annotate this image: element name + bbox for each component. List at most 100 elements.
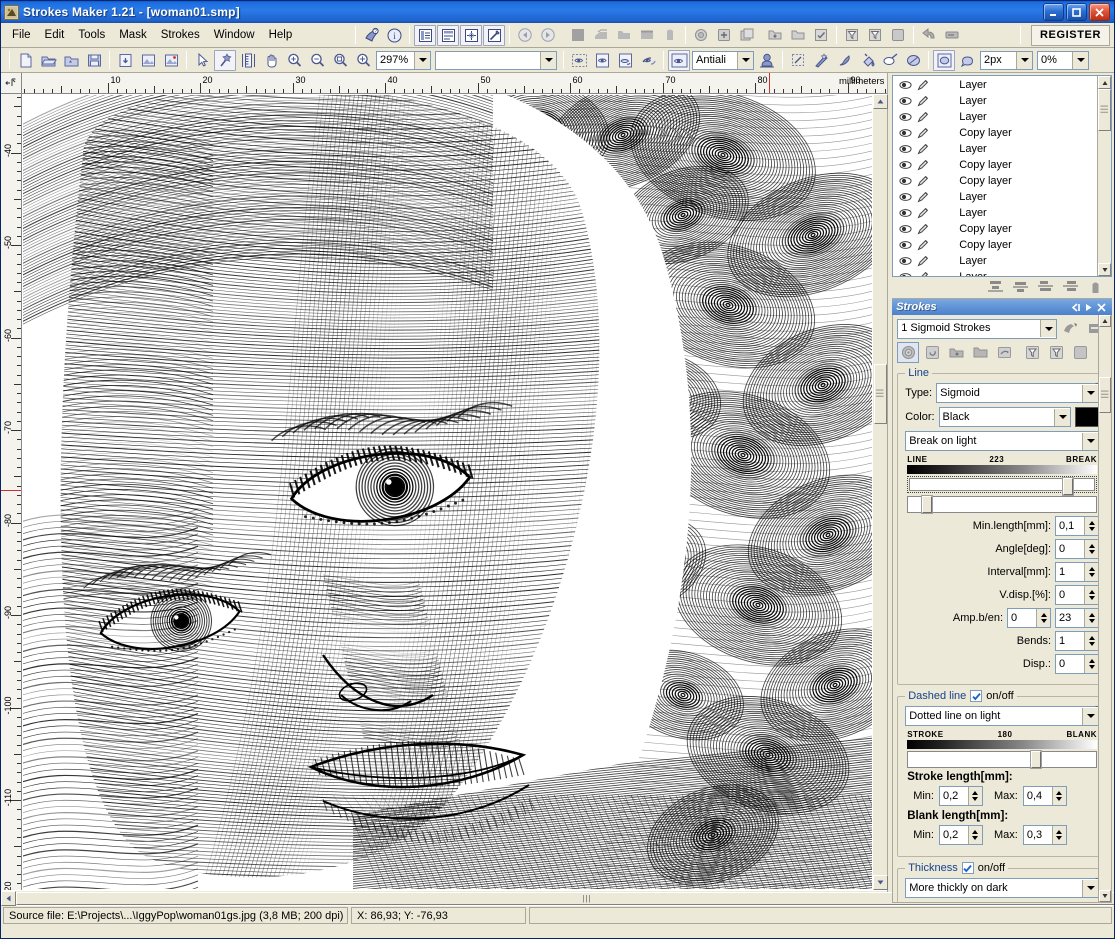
export-image-icon[interactable] <box>137 50 159 71</box>
menu-strokes[interactable]: Strokes <box>154 26 207 44</box>
arrow-select-icon[interactable] <box>191 50 213 71</box>
spinner-arrows[interactable] <box>1084 632 1098 650</box>
menu-file[interactable]: File <box>5 26 38 44</box>
chevron-down-icon[interactable] <box>1082 432 1098 450</box>
menu-help[interactable]: Help <box>262 26 300 44</box>
undo-stroke-icon[interactable] <box>918 25 940 46</box>
line-minlength-spinner[interactable]: 0,1 <box>1055 516 1099 536</box>
pencil-icon[interactable] <box>914 127 931 139</box>
scroll-left-button[interactable] <box>1 890 16 906</box>
layers-list-icon[interactable] <box>414 24 437 46</box>
spinner-arrows[interactable] <box>1084 517 1098 535</box>
thickness-mode-combo[interactable]: More thickly on dark <box>905 878 1099 898</box>
canvas-horizontal-scrollbar[interactable]: ||| <box>1 890 1114 906</box>
line-vdisp-spinner[interactable]: 0 <box>1055 585 1099 605</box>
eye-icon[interactable] <box>897 240 914 250</box>
dashed-onoff-checkbox[interactable] <box>970 690 983 702</box>
eye-icon[interactable] <box>897 224 914 234</box>
layer-row[interactable]: Layer <box>893 141 1097 157</box>
pencil-icon[interactable] <box>914 175 931 187</box>
grid-align-icon[interactable] <box>460 24 483 46</box>
save-as-icon[interactable] <box>114 50 136 71</box>
pencil-icon[interactable] <box>914 255 931 267</box>
layer-row[interactable]: Layer <box>893 77 1097 93</box>
line-secondary-slider[interactable] <box>907 496 1097 513</box>
magic-wand-icon[interactable] <box>214 49 236 71</box>
line-mode-combo[interactable]: Break on light <box>905 431 1099 451</box>
line-disp-spinner[interactable]: 0 <box>1055 654 1099 674</box>
spinner-arrows[interactable] <box>1084 655 1098 673</box>
zoom-out-icon[interactable] <box>306 50 328 71</box>
eye-icon[interactable] <box>897 208 914 218</box>
align-distribute-icon[interactable] <box>1059 277 1081 298</box>
layers-panel[interactable]: Layer Layer Layer Copy layer Layer Copy layer… <box>892 75 1112 277</box>
slider-thumb[interactable] <box>1030 751 1041 768</box>
pencil-icon[interactable] <box>914 95 931 107</box>
layer-row[interactable]: Copy layer <box>893 157 1097 173</box>
chevron-down-icon[interactable] <box>414 51 430 69</box>
eye-icon[interactable] <box>897 160 914 170</box>
align-bottom-icon[interactable] <box>1034 277 1056 298</box>
strokes-panel-scrollbar[interactable]: ||| <box>1098 315 1111 902</box>
redo-stroke-icon[interactable] <box>941 25 963 46</box>
layers-scrollbar[interactable]: ||| <box>1097 76 1111 276</box>
layers-list[interactable]: Layer Layer Layer Copy layer Layer Copy layer… <box>893 76 1097 276</box>
add-stroke-icon[interactable] <box>713 25 735 46</box>
dashed-mode-combo[interactable]: Dotted line on light <box>905 706 1099 726</box>
line-bends-spinner[interactable]: 1 <box>1055 631 1099 651</box>
chevron-down-icon[interactable] <box>540 51 556 69</box>
slider-thumb[interactable] <box>921 496 932 513</box>
filter-out-icon[interactable] <box>864 25 886 46</box>
forward-arrow-icon[interactable] <box>537 25 559 46</box>
slider-thumb[interactable] <box>1063 478 1074 495</box>
duplicate-stroke-icon[interactable] <box>736 25 758 46</box>
vertical-ruler[interactable]: -40-50-60-70-80-90-100-110-120 <box>1 94 22 905</box>
layer-row[interactable]: Layer <box>893 205 1097 221</box>
chevron-down-icon[interactable] <box>1054 408 1070 426</box>
filter-in-icon[interactable] <box>841 25 863 46</box>
pen-width-combo[interactable]: 2px <box>980 50 1033 70</box>
clear-filter-icon[interactable] <box>887 25 909 46</box>
layer-row[interactable]: Layer <box>893 93 1097 109</box>
close-button[interactable] <box>1089 3 1110 21</box>
layer-row[interactable]: Copy layer <box>893 173 1097 189</box>
pencil-icon[interactable] <box>914 159 931 171</box>
register-button[interactable]: REGISTER <box>1030 24 1110 46</box>
spinner-arrows[interactable] <box>1051 826 1066 844</box>
delete-layer-icon[interactable] <box>659 25 681 46</box>
pencil-icon[interactable] <box>914 143 931 155</box>
spinner-arrows[interactable] <box>1084 609 1098 627</box>
measure-icon[interactable] <box>237 50 259 71</box>
align-top-icon[interactable] <box>984 277 1006 298</box>
eye-icon[interactable] <box>897 272 914 276</box>
preview-selection-icon[interactable] <box>568 50 590 71</box>
ruler-origin-button[interactable] <box>1 73 22 94</box>
add-folder-icon[interactable] <box>969 342 991 363</box>
delete-layer-icon[interactable] <box>1084 277 1106 298</box>
import-stroke-icon[interactable] <box>764 25 786 46</box>
play-icon[interactable] <box>1082 301 1095 314</box>
blank-min-spinner[interactable]: 0,2 <box>938 825 983 845</box>
import-image-icon[interactable] <box>160 50 182 71</box>
clear-icon[interactable] <box>1069 342 1091 363</box>
refresh-icon[interactable] <box>921 342 943 363</box>
layer-select-combo[interactable] <box>435 50 557 70</box>
layers-scroll-down-button[interactable] <box>1098 263 1111 276</box>
pan-hand-icon[interactable] <box>260 50 282 71</box>
antialias-preview-icon[interactable] <box>668 49 690 71</box>
horizontal-ruler[interactable]: 10 20 30 40 50 60 70 80 90 millimeters <box>1 73 888 94</box>
layer-row[interactable]: Copy layer <box>893 125 1097 141</box>
eye-icon[interactable] <box>897 144 914 154</box>
pencil-icon[interactable] <box>914 239 931 251</box>
eye-icon[interactable] <box>897 112 914 122</box>
line-amp-begin-spinner[interactable]: 0 <box>1007 608 1051 628</box>
spinner-arrows[interactable] <box>1036 609 1050 627</box>
canvas-vertical-scrollbar[interactable]: ||| <box>872 94 888 890</box>
eye-icon[interactable] <box>897 192 914 202</box>
thickness-onoff-checkbox[interactable] <box>961 862 974 874</box>
preview-strokes-icon[interactable] <box>637 50 659 71</box>
line-amp-end-spinner[interactable]: 23 <box>1055 608 1099 628</box>
new-stroke-icon[interactable] <box>690 25 712 46</box>
eye-icon[interactable] <box>897 176 914 186</box>
line-threshold-slider[interactable] <box>907 476 1097 495</box>
